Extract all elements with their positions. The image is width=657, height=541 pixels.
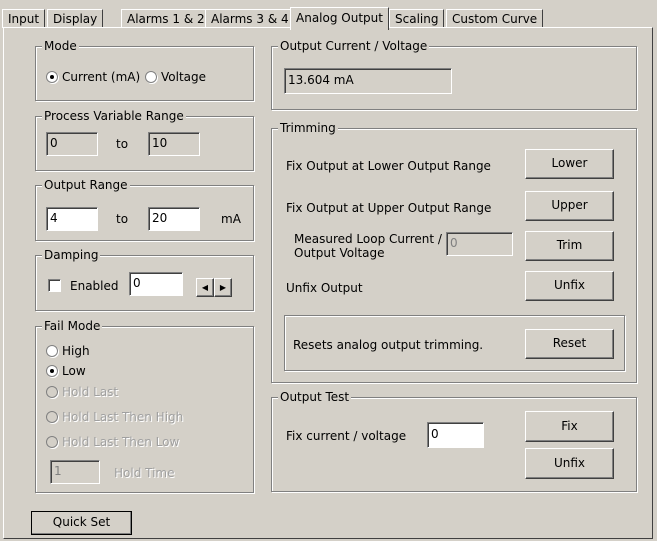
fix-current-input[interactable]: 0 [427,422,484,448]
mode-voltage-radio[interactable] [145,71,157,83]
pv-range-to-label: to [116,137,129,151]
fail-mode-hold-last-high-label: Hold Last Then High [62,410,184,424]
tab-display[interactable]: Display [47,9,104,28]
damping-value-input[interactable]: 0 [129,272,183,296]
dialog-window: Input Display Alarms 1 & 2 Alarms 3 & 4 … [0,0,657,541]
hold-time-label: Hold Time [114,466,175,480]
output-range-low-input[interactable]: 4 [46,207,98,231]
fail-mode-group: Fail Mode High Low Hold Last Hold Last T… [35,318,254,493]
fail-mode-high-radio[interactable] [46,345,58,357]
output-range-to-label: to [116,212,129,226]
output-range-high-input[interactable]: 20 [148,207,200,231]
measured-loop-input: 0 [446,232,513,256]
fail-mode-hold-last-low-radio [46,436,58,448]
right-arrow-icon: ▶ [219,283,227,292]
mode-group: Mode Current (mA) Voltage [35,38,254,101]
output-range-unit-label: mA [221,212,241,226]
pv-range-low-field: 0 [46,132,98,156]
reset-description-label: Resets analog output trimming. [293,338,484,352]
output-test-group: Output Test Fix current / voltage 0 Fix … [271,389,637,492]
fail-mode-hold-last-high-radio [46,411,58,423]
measured-loop-label-line2: Output Voltage [294,246,385,260]
unfix-output-label: Unfix Output [286,281,363,295]
fail-mode-hold-last-radio [46,386,58,398]
damping-enabled-checkbox[interactable] [48,279,61,292]
tab-strip: Input Display Alarms 1 & 2 Alarms 3 & 4 … [0,0,657,30]
mode-current-radio[interactable] [46,71,58,83]
fail-mode-low-radio[interactable] [46,365,58,377]
output-current-group: Output Current / Voltage 13.604 mA [271,38,637,110]
tab-analog-output[interactable]: Analog Output [290,7,389,30]
upper-button[interactable]: Upper [525,191,614,221]
trimming-group-title: Trimming [278,120,338,136]
trim-button[interactable]: Trim [525,231,614,261]
damping-increase-button[interactable]: ▶ [214,278,232,297]
mode-voltage-label: Voltage [161,70,207,84]
fail-mode-group-title: Fail Mode [42,318,103,334]
trimming-group: Trimming Fix Output at Lower Output Rang… [271,120,637,383]
output-range-group: Output Range 4 to 20 mA [35,177,254,241]
mode-group-title: Mode [42,38,79,54]
tab-alarms-3-4[interactable]: Alarms 3 & 4 [205,9,295,28]
pv-range-group-title: Process Variable Range [42,108,186,124]
mode-current-label: Current (mA) [62,70,141,84]
output-test-group-title: Output Test [278,389,352,405]
output-current-group-title: Output Current / Voltage [278,38,430,54]
damping-enabled-label: Enabled [70,279,119,293]
tab-custom-curve[interactable]: Custom Curve [446,9,544,28]
fix-lower-label: Fix Output at Lower Output Range [286,159,491,173]
left-arrow-icon: ◀ [201,283,209,292]
damping-group: Damping Enabled 0 ◀ ▶ [35,247,254,311]
analog-output-panel: Mode Current (mA) Voltage Process Variab… [3,27,653,539]
fix-current-label: Fix current / voltage [286,429,407,443]
tab-input[interactable]: Input [2,9,46,28]
trim-unfix-button[interactable]: Unfix [525,271,614,301]
fail-mode-low-label: Low [62,364,86,378]
quick-set-button[interactable]: Quick Set [31,511,132,535]
fail-mode-hold-last-label: Hold Last [62,385,119,399]
damping-group-title: Damping [42,247,101,263]
fix-button[interactable]: Fix [525,411,614,442]
output-current-value-field: 13.604 mA [284,68,452,94]
test-unfix-button[interactable]: Unfix [525,448,614,479]
tab-alarms-1-2[interactable]: Alarms 1 & 2 [121,9,211,28]
hold-time-input: 1 [50,460,100,484]
pv-range-high-field: 10 [148,132,200,156]
fail-mode-hold-last-low-label: Hold Last Then Low [62,435,180,449]
fix-upper-label: Fix Output at Upper Output Range [286,201,492,215]
output-range-group-title: Output Range [42,177,130,193]
damping-decrease-button[interactable]: ◀ [196,278,214,297]
tab-scaling[interactable]: Scaling [389,9,445,28]
lower-button[interactable]: Lower [525,149,614,179]
reset-subgroup: Resets analog output trimming. Reset [284,315,625,371]
reset-button[interactable]: Reset [525,329,614,359]
pv-range-group: Process Variable Range 0 to 10 [35,108,254,171]
fail-mode-high-label: High [62,344,90,358]
